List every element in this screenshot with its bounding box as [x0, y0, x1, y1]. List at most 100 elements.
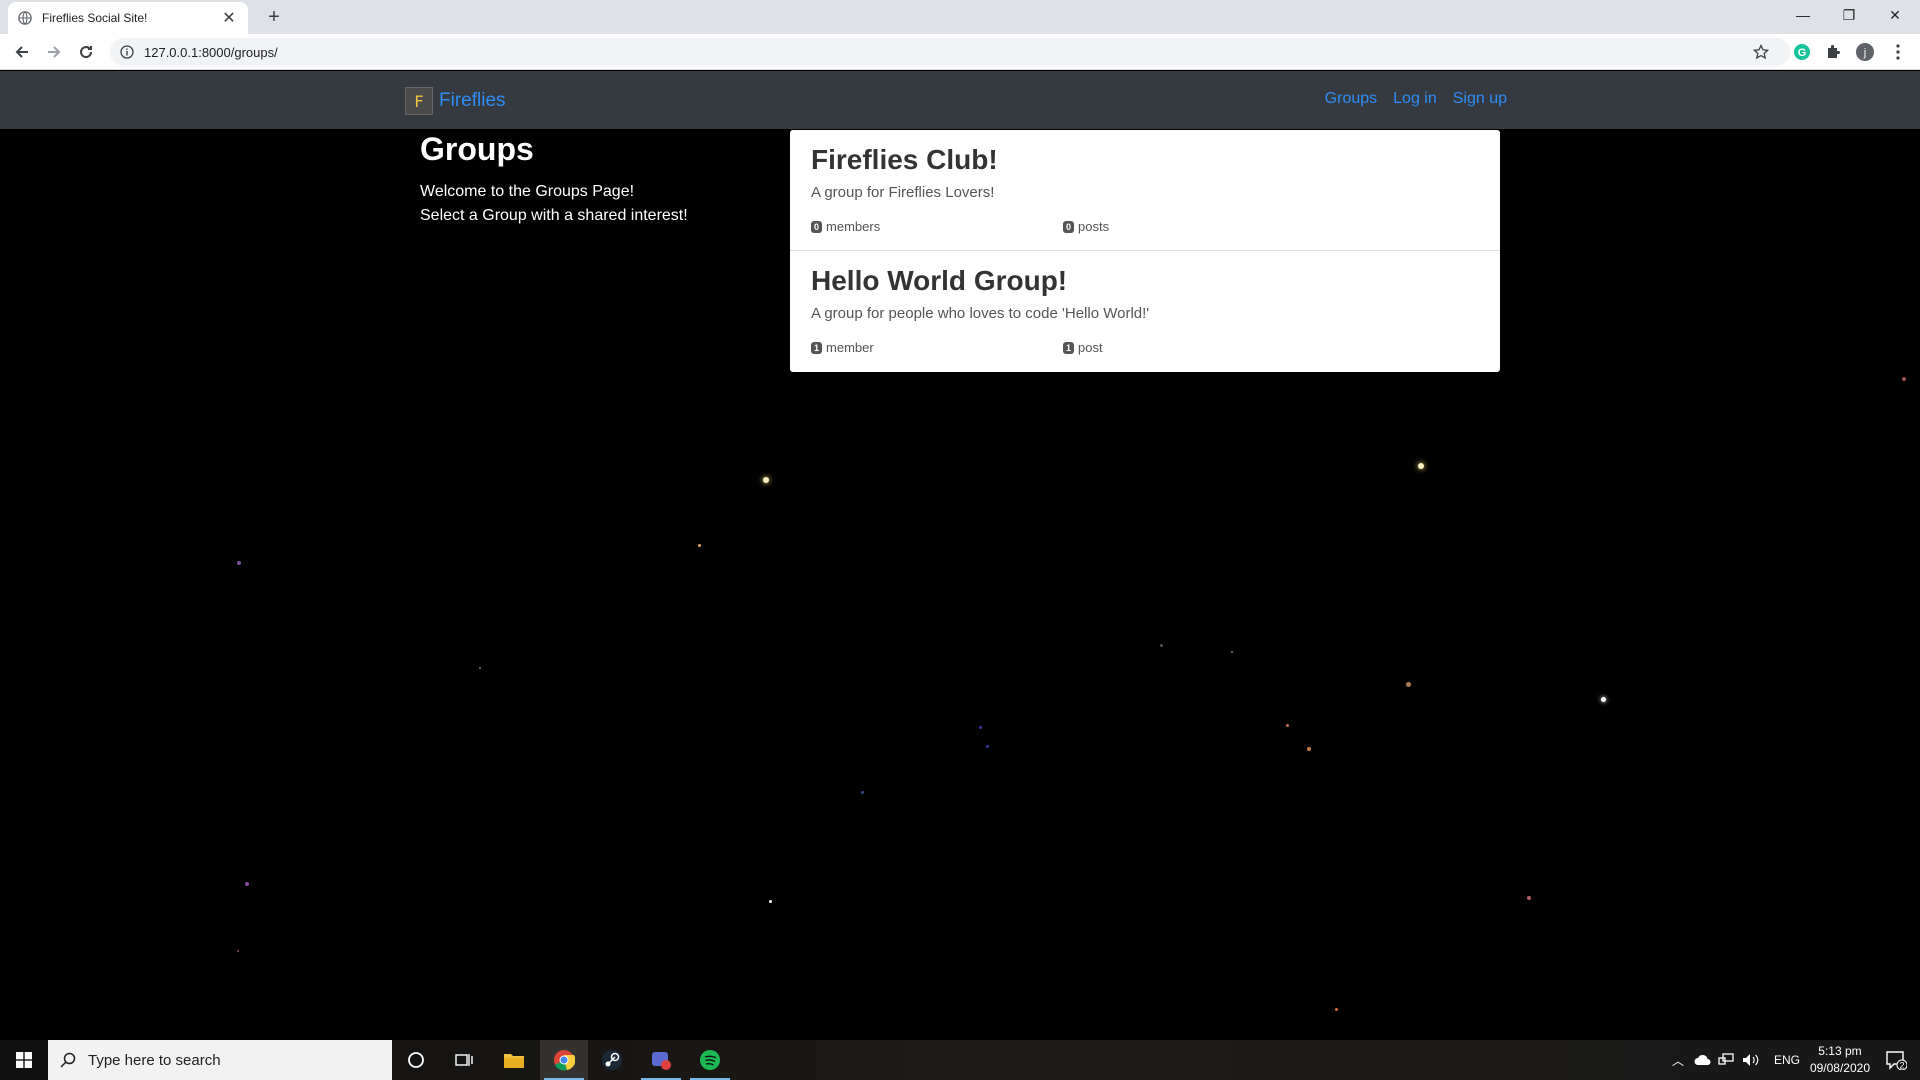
- steam-taskbar-button[interactable]: [588, 1040, 636, 1080]
- search-icon: [60, 1052, 76, 1068]
- kebab-menu-icon[interactable]: [1888, 42, 1908, 62]
- clock-date: 09/08/2020: [1809, 1061, 1870, 1075]
- url-text: 127.0.0.1:8000/groups/: [144, 44, 278, 60]
- firefly: [1231, 651, 1233, 653]
- firefly: [769, 900, 772, 903]
- close-window-button[interactable]: ✕: [1872, 0, 1918, 30]
- group-item-hello-world[interactable]: Hello World Group! A group for people wh…: [790, 251, 1500, 372]
- group-item-fireflies-club[interactable]: Fireflies Club! A group for Fireflies Lo…: [790, 130, 1500, 251]
- spotify-icon: [700, 1050, 720, 1070]
- extensions-puzzle-icon[interactable]: [1823, 42, 1843, 62]
- members-count-badge: 1: [811, 341, 823, 354]
- svg-text:j: j: [1863, 47, 1866, 59]
- profile-avatar[interactable]: j: [1855, 42, 1875, 62]
- close-tab-icon[interactable]: ✕: [220, 8, 238, 28]
- brand-name: Fireflies: [439, 90, 506, 111]
- grammarly-extension-icon[interactable]: G: [1792, 42, 1812, 62]
- taskbar-clock[interactable]: 5:13 pm 09/08/2020: [1810, 1043, 1870, 1077]
- globe-icon: [18, 11, 32, 25]
- restore-button[interactable]: ❐: [1826, 0, 1872, 30]
- posts-label: posts: [1078, 219, 1110, 234]
- taskbar-search-box[interactable]: Type here to search: [48, 1040, 392, 1080]
- notification-icon: 2: [1886, 1051, 1907, 1071]
- posts-count-badge: 0: [1063, 220, 1075, 233]
- firefly: [763, 477, 769, 483]
- firefly: [986, 745, 989, 748]
- address-bar[interactable]: 127.0.0.1:8000/groups/: [110, 38, 1790, 66]
- group-stats: 1 member 1 post: [811, 340, 1480, 355]
- task-view-button[interactable]: [440, 1040, 488, 1080]
- firefly: [1160, 644, 1163, 647]
- nav-link-signup[interactable]: Sign up: [1453, 90, 1507, 108]
- members-count-badge: 0: [811, 220, 823, 233]
- browser-tab-bar: Fireflies Social Site! ✕ + — ❐ ✕: [0, 0, 1920, 34]
- firefly: [1406, 682, 1411, 687]
- cloud-icon[interactable]: [1694, 1054, 1712, 1066]
- firefly: [1307, 747, 1311, 751]
- group-list: Fireflies Club! A group for Fireflies Lo…: [790, 130, 1500, 372]
- groups-intro: Groups Welcome to the Groups Page! Selec…: [420, 131, 760, 228]
- action-center-button[interactable]: 2: [1872, 1040, 1920, 1080]
- brand-logo: F: [405, 87, 433, 115]
- page-title: Groups: [420, 131, 534, 167]
- windows-taskbar: Type here to search ︿ ENG 5:13 pm 09/08/…: [0, 1040, 1920, 1080]
- svg-text:2: 2: [1899, 1061, 1904, 1071]
- posts-label: post: [1078, 340, 1103, 355]
- spotify-taskbar-button[interactable]: [686, 1040, 734, 1080]
- clock-time: 5:13 pm: [1818, 1044, 1862, 1058]
- firefly: [237, 950, 239, 952]
- browser-tab[interactable]: Fireflies Social Site! ✕: [8, 2, 248, 34]
- svg-text:G: G: [1798, 47, 1807, 59]
- chrome-icon: [554, 1050, 575, 1071]
- cortana-button[interactable]: [392, 1040, 440, 1080]
- browser-toolbar: 127.0.0.1:8000/groups/ G j: [0, 34, 1920, 70]
- chrome-taskbar-button[interactable]: [540, 1040, 588, 1080]
- group-stats: 0 members 0 posts: [811, 219, 1480, 234]
- file-explorer-button[interactable]: [490, 1040, 538, 1080]
- steam-icon: [602, 1050, 622, 1070]
- language-indicator[interactable]: ENG: [1774, 1053, 1800, 1067]
- start-button[interactable]: [0, 1040, 48, 1080]
- firefly: [1902, 377, 1906, 381]
- posts-count-badge: 1: [1063, 341, 1075, 354]
- chevron-up-icon[interactable]: ︿: [1668, 1052, 1688, 1069]
- folder-icon: [504, 1054, 524, 1068]
- network-icon[interactable]: [1718, 1053, 1736, 1067]
- intro-welcome-text: Welcome to the Groups Page!: [420, 183, 635, 200]
- reload-icon: [80, 46, 93, 59]
- posts-stat: 0 posts: [1063, 219, 1315, 234]
- members-label: member: [826, 340, 874, 355]
- group-title[interactable]: Fireflies Club!: [811, 144, 1480, 176]
- nav-link-groups[interactable]: Groups: [1325, 90, 1377, 108]
- minimize-button[interactable]: —: [1780, 0, 1826, 30]
- arrow-left-icon: [15, 46, 28, 58]
- members-stat: 1 member: [811, 340, 1063, 355]
- group-title[interactable]: Hello World Group!: [811, 265, 1480, 297]
- cortana-circle-icon: [408, 1052, 424, 1068]
- recorder-taskbar-button[interactable]: [637, 1040, 685, 1080]
- group-description: A group for people who loves to code 'He…: [811, 305, 1150, 322]
- tab-title: Fireflies Social Site!: [42, 11, 148, 25]
- nav-links: Groups Log in Sign up: [1325, 90, 1507, 108]
- back-button[interactable]: [10, 40, 34, 64]
- screen-recorder-icon: [652, 1052, 671, 1070]
- members-label: members: [826, 219, 881, 234]
- firefly: [479, 667, 481, 669]
- bookmark-star-icon[interactable]: [1751, 42, 1771, 62]
- search-placeholder: Type here to search: [88, 1051, 221, 1069]
- posts-stat: 1 post: [1063, 340, 1315, 355]
- brand-link[interactable]: F Fireflies: [405, 87, 506, 115]
- nav-link-login[interactable]: Log in: [1393, 90, 1437, 108]
- reload-button[interactable]: [74, 40, 98, 64]
- task-view-icon: [455, 1054, 473, 1066]
- site-navbar: F Fireflies Groups Log in Sign up: [0, 71, 1920, 129]
- firefly: [698, 544, 701, 547]
- info-icon[interactable]: [120, 45, 134, 59]
- new-tab-button[interactable]: +: [262, 5, 286, 29]
- volume-icon[interactable]: [1742, 1053, 1760, 1067]
- forward-button[interactable]: [42, 40, 66, 64]
- firefly: [1335, 1008, 1338, 1011]
- members-stat: 0 members: [811, 219, 1063, 234]
- firefly: [245, 882, 249, 886]
- firefly: [1418, 463, 1424, 469]
